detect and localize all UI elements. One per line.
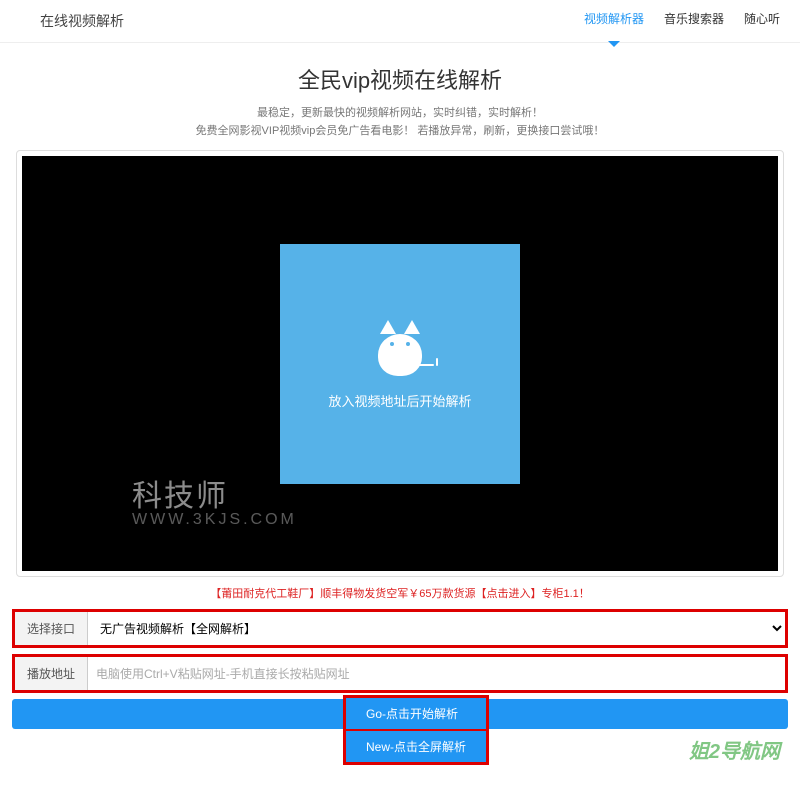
url-label: 播放地址 bbox=[15, 657, 88, 690]
ad-banner[interactable]: 【莆田耐克代工鞋厂】顺丰得物发货空军￥65万款货源【点击进入】专柜1.1！ bbox=[0, 585, 800, 601]
video-player[interactable]: 放入视频地址后开始解析 科技师 WWW.3KJS.COM bbox=[22, 156, 778, 571]
footer-watermark: 姐2导航网 bbox=[689, 735, 780, 764]
subtitle-line-2: 免费全网影视VIP视频vip会员免广告看电影！ 若播放异常，刷新，更换接口尝试哦… bbox=[0, 123, 800, 141]
go-parse-button[interactable]: Go-点击开始解析 bbox=[346, 698, 486, 731]
site-title: 在线视频解析 bbox=[20, 11, 124, 31]
url-input-row: 播放地址 bbox=[12, 654, 788, 693]
url-input[interactable] bbox=[88, 657, 785, 690]
cat-icon bbox=[370, 318, 430, 376]
video-container: 放入视频地址后开始解析 科技师 WWW.3KJS.COM bbox=[16, 150, 784, 577]
nav-music-search[interactable]: 音乐搜索器 bbox=[664, 10, 724, 32]
api-select[interactable]: 无广告视频解析【全网解析】 bbox=[88, 612, 785, 645]
api-select-row: 选择接口 无广告视频解析【全网解析】 bbox=[12, 609, 788, 648]
page-title: 全民vip视频在线解析 bbox=[0, 63, 800, 95]
nav-video-parser[interactable]: 视频解析器 bbox=[584, 10, 644, 32]
api-label: 选择接口 bbox=[15, 612, 88, 645]
subtitle-line-1: 最稳定，更新最快的视频解析网站，实时纠错，实时解析！ bbox=[0, 105, 800, 123]
page-subtitle: 最稳定，更新最快的视频解析网站，实时纠错，实时解析！ 免费全网影视VIP视频vi… bbox=[0, 105, 800, 140]
header: 在线视频解析 视频解析器 音乐搜索器 随心听 bbox=[0, 0, 800, 43]
watermark-url: WWW.3KJS.COM bbox=[132, 511, 297, 529]
video-placeholder: 放入视频地址后开始解析 bbox=[280, 244, 520, 484]
nav-random-listen[interactable]: 随心听 bbox=[744, 10, 780, 32]
fullscreen-parse-button[interactable]: New-点击全屏解析 bbox=[346, 731, 486, 762]
placeholder-hint: 放入视频地址后开始解析 bbox=[328, 391, 471, 410]
go-button-bg[interactable] bbox=[12, 699, 398, 729]
main-nav: 视频解析器 音乐搜索器 随心听 bbox=[584, 10, 780, 32]
center-button-group: Go-点击开始解析 New-点击全屏解析 bbox=[343, 695, 489, 765]
watermark-main: 科技师 bbox=[132, 471, 228, 515]
